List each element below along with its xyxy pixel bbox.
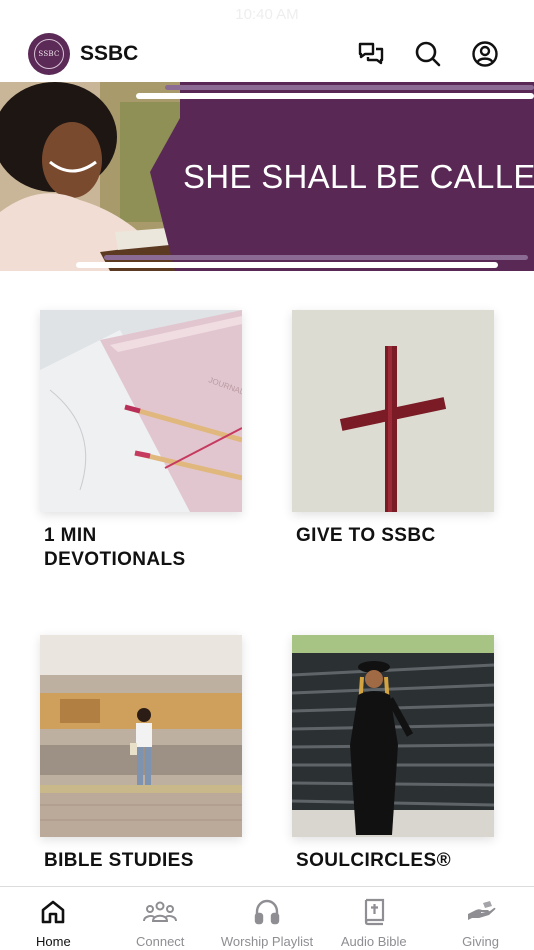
app-title: SSBC [80,42,139,65]
banner-accent-line [76,262,498,268]
tab-connect[interactable]: Connect [107,887,214,950]
tab-label: Connect [135,934,185,949]
tile-label: SOULCIRCLES® [296,850,451,871]
tab-label: Audio Bible [340,934,407,949]
banner-photo [0,82,180,271]
tab-label: Giving [462,934,500,949]
banner-accent-line [104,255,528,260]
tile-image-devotionals[interactable]: JOURNAL [40,310,242,512]
tile-label: GIVE TO SSBC [296,525,436,546]
bottom-tab-bar: Home Connect Worship Playlist Audio Bibl… [0,886,534,950]
logo-text: SSBC [34,39,64,69]
banner-title: SHE SHALL BE CALLED [183,158,534,195]
tile-label: 1 MIN DEVOTIONALS [44,525,186,570]
chat-icon[interactable] [356,39,386,69]
tile-image-give[interactable] [292,310,494,512]
app-logo[interactable]: SSBC [28,33,70,75]
tile-bible-studies[interactable]: BIBLE STUDIES [40,635,242,873]
tile-label: BIBLE STUDIES [44,850,194,871]
people-icon [107,897,214,927]
tab-label: Home [36,934,71,949]
banner-accent-line [136,93,534,99]
home-icon [0,897,107,927]
search-icon[interactable] [413,39,443,69]
tile-soulcircles[interactable]: SOULCIRCLES® [292,635,494,873]
account-icon[interactable] [470,39,500,69]
tile-give[interactable]: GIVE TO SSBC [292,310,494,548]
tile-image-bible-studies[interactable] [40,635,242,837]
app-header: SSBC SSBC [0,30,534,82]
status-time: 10:40 AM [235,6,299,23]
tab-home[interactable]: Home [0,887,107,950]
tab-audio-bible[interactable]: Audio Bible [320,887,427,950]
giving-hand-icon [427,897,534,927]
banner-accent-line [165,85,534,90]
tab-worship-playlist[interactable]: Worship Playlist [214,887,321,950]
headphones-icon [214,897,321,927]
hero-banner[interactable]: SHE SHALL BE CALLED [0,82,534,271]
tile-image-soulcircles[interactable] [292,635,494,837]
tab-label: Worship Playlist [220,934,314,949]
tile-devotionals[interactable]: JOURNAL 1 MIN DEVOTIONALS [40,310,242,572]
status-bar: 10:40 AM [0,0,534,30]
bible-icon [320,897,427,927]
tab-giving[interactable]: Giving [427,887,534,950]
